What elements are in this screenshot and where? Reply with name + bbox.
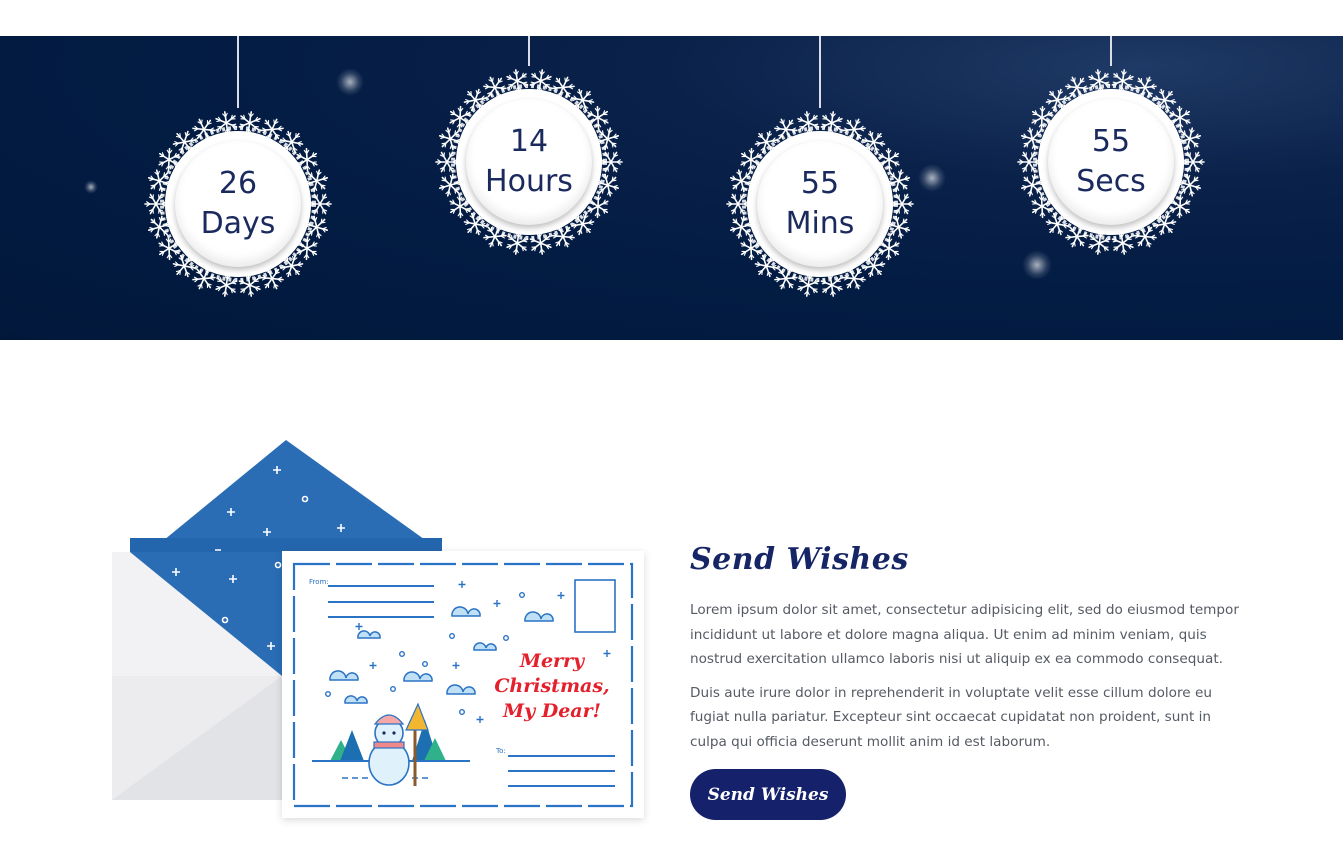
snowflake-icon: [529, 231, 552, 255]
countdown-unit: Hours: [485, 164, 573, 199]
snowflake-icon: [820, 273, 843, 297]
countdown-disc: 14 Hours: [466, 99, 592, 225]
countdown-unit: Secs: [1076, 164, 1146, 199]
send-wishes-button[interactable]: Send Wishes: [690, 769, 846, 820]
countdown-secs: 55 Secs: [1011, 36, 1211, 262]
snowflake-icon: [726, 193, 750, 215]
section-title: Send Wishes: [690, 542, 909, 577]
countdown-value: 26: [218, 166, 258, 201]
postcard-to-label: To:: [495, 747, 506, 755]
countdown-disc: 55 Secs: [1048, 99, 1174, 225]
postcard-from-label: From:: [309, 578, 329, 586]
bokeh-light: [918, 164, 946, 192]
countdown-value: 55: [800, 166, 840, 201]
countdown-disc: 55 Mins: [757, 141, 883, 267]
snowflake-icon: [435, 151, 459, 173]
countdown-hours: 14 Hours: [429, 36, 629, 262]
countdown-banner: 26 Days 14 Hours 55 Mins 55 Secs: [0, 36, 1343, 340]
countdown-mins: 55 Mins: [720, 36, 920, 304]
snowflake-icon: [1111, 231, 1134, 255]
intro-paragraph: Lorem ipsum dolor sit amet, consectetur …: [690, 602, 1239, 667]
countdown-days: 26 Days: [138, 36, 338, 304]
bokeh-light: [84, 180, 98, 194]
countdown-value: 55: [1091, 124, 1131, 159]
svg-text:My Dear!: My Dear!: [502, 700, 601, 722]
snowflake-icon: [238, 273, 261, 297]
envelope-postcard-illustration: From: Merry Christmas, My Dear! To:: [112, 440, 644, 818]
snowflake-icon: [1017, 151, 1041, 173]
snowflake-icon: [144, 193, 168, 215]
svg-text:Merry: Merry: [519, 650, 586, 672]
countdown-disc: 26 Days: [175, 141, 301, 267]
ornament-string: [237, 36, 239, 108]
svg-text:Christmas,: Christmas,: [494, 675, 609, 697]
countdown-unit: Mins: [785, 206, 855, 241]
detail-paragraph: Duis aute irure dolor in reprehenderit i…: [690, 684, 1212, 750]
bokeh-light: [336, 68, 364, 96]
countdown-unit: Days: [200, 206, 276, 241]
countdown-value: 14: [509, 124, 549, 159]
send-wishes-content: Send Wishes Lorem ipsum dolor sit amet, …: [690, 540, 1250, 754]
ornament-string: [819, 36, 821, 108]
